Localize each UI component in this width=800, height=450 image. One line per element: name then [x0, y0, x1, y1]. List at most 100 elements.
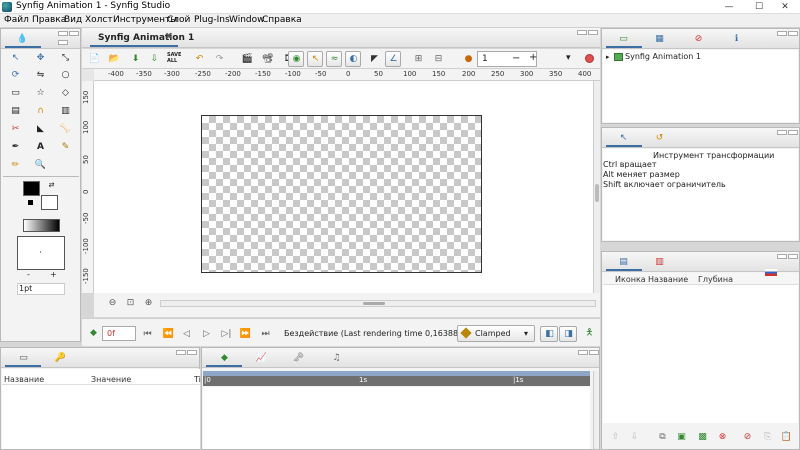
transform-tool-icon[interactable]: ↖ [9, 52, 22, 64]
tool-options-tab-icon[interactable]: ↖ [617, 132, 630, 144]
next-keyframe-icon[interactable]: ⏩ [239, 328, 252, 340]
panel-grip[interactable] [777, 130, 787, 135]
menu-window[interactable]: Window [229, 15, 265, 25]
library-tab-icon[interactable]: ▦ [653, 33, 666, 45]
star-tool-icon[interactable]: ☆ [34, 87, 47, 99]
eyedropper-tool-icon[interactable]: ✒ [9, 141, 22, 153]
menu-view[interactable]: Вид [64, 15, 82, 25]
copy-layer-icon[interactable]: ⎘ [761, 431, 774, 443]
onion-frames-minus[interactable]: − [512, 53, 520, 64]
toolbar-more-dropdown[interactable]: ▾ [566, 53, 571, 63]
save-icon[interactable]: ⬇ [129, 53, 142, 65]
encapsulate-layer-icon[interactable]: ▩ [696, 431, 709, 443]
smooth-move-tool-icon[interactable]: ✥ [34, 52, 47, 64]
future-keyframes-lock-button[interactable]: ◨ [559, 326, 577, 342]
keyframes-tab-icon[interactable]: 🗝 [292, 352, 305, 364]
gradient-swatch[interactable] [23, 219, 60, 232]
open-file-icon[interactable]: 📂 [108, 53, 121, 65]
polygon-tool-icon[interactable]: ◇ [59, 87, 72, 99]
col-depth-header[interactable]: Глубина [698, 275, 733, 284]
width-decrease-button[interactable]: - [27, 270, 30, 279]
menu-layer[interactable]: Слой [167, 15, 190, 25]
timetrack-tab-icon[interactable]: ◆ [218, 352, 231, 364]
width-increase-button[interactable]: + [50, 270, 57, 279]
panel-grip[interactable] [788, 254, 798, 259]
panel-grip[interactable] [777, 254, 787, 259]
duplicate-layer-icon[interactable]: ⧉ [656, 431, 669, 443]
panel-grip[interactable] [588, 30, 598, 35]
panel-grip[interactable] [176, 350, 186, 355]
col-name-header[interactable]: Название [4, 375, 44, 384]
scale-tool-icon[interactable]: ⤡ [59, 52, 72, 64]
menu-canvas[interactable]: Холст [85, 15, 113, 25]
group-layer-icon[interactable]: ▣ [675, 431, 688, 443]
sets-tab-icon[interactable]: ▥ [653, 256, 666, 268]
zoom-tool-icon[interactable]: 🔍 [34, 159, 47, 171]
timetrack-time-ruler[interactable]: |0 1s |1s [203, 376, 590, 386]
tree-expander-icon[interactable]: ▸ [606, 53, 610, 61]
toggle-tangent-button[interactable]: ≈ [326, 51, 342, 67]
vertical-scrollbar[interactable] [593, 81, 600, 293]
maximize-button[interactable]: ☐ [748, 0, 770, 14]
render-icon[interactable]: 🎬 [241, 53, 254, 65]
zoom-in-icon[interactable]: ⊕ [142, 297, 155, 309]
col-name-header[interactable]: Название [648, 275, 688, 284]
minimize-button[interactable]: — [718, 0, 740, 14]
raise-layer-icon[interactable]: ⇧ [609, 431, 622, 443]
panel-grip[interactable] [788, 31, 798, 36]
canvas-browser-tab-icon[interactable]: ▭ [617, 33, 630, 45]
document-tab-label[interactable]: Synfig Animation 1 [98, 33, 194, 43]
menu-edit[interactable]: Правка [32, 15, 66, 25]
fill-color-swatch[interactable] [41, 195, 58, 210]
rectangle-tool-icon[interactable]: ▭ [9, 87, 22, 99]
seek-begin-icon[interactable]: ⏮ [141, 328, 154, 340]
grid-icon[interactable]: ⊞ [412, 53, 425, 65]
panel-grip[interactable] [577, 30, 587, 35]
col-type-header[interactable]: Ti [194, 375, 201, 384]
past-keyframes-lock-button[interactable]: ◧ [540, 326, 558, 342]
navigator-tab-icon[interactable]: ⊘ [692, 33, 705, 45]
bone-tool-icon[interactable]: 🦴 [59, 123, 72, 135]
library-key-tab-icon[interactable]: 🔑 [54, 352, 67, 364]
gradient-tool-icon[interactable]: ▤ [9, 105, 22, 117]
panel-grip[interactable] [187, 350, 197, 355]
outline-color-swatch[interactable] [23, 181, 40, 196]
undo-icon[interactable]: ↶ [193, 53, 206, 65]
onion-skin-icon[interactable]: ● [462, 53, 475, 65]
document-tab-close[interactable]: ✖ [165, 32, 173, 42]
col-value-header[interactable]: Значение [91, 375, 131, 384]
paste-layer-icon[interactable]: 📋 [780, 431, 793, 443]
layers-tab-icon[interactable]: ▤ [617, 256, 630, 268]
close-window-button[interactable]: ✕ [770, 0, 800, 14]
animation-mode-icon[interactable]: ◆ [87, 327, 100, 339]
panel-grip[interactable] [777, 31, 787, 36]
width-tool-icon[interactable]: ◣ [34, 123, 47, 135]
brush-tool-icon[interactable]: ✎ [59, 141, 72, 153]
curves-tab-icon[interactable]: 📈 [255, 352, 268, 364]
toggle-ducks-button[interactable]: ↖ [307, 51, 323, 67]
toggle-width-icon[interactable]: ◤ [368, 53, 381, 65]
panel-grip[interactable] [69, 31, 79, 36]
info-tab-icon[interactable]: ℹ [730, 33, 743, 45]
col-icon-header[interactable]: Иконка [615, 275, 646, 284]
timetrack-body[interactable] [203, 387, 590, 449]
horizontal-scrollbar-thumb[interactable] [363, 302, 385, 305]
cutout-tool-icon[interactable]: ✂ [9, 123, 22, 135]
lower-layer-icon[interactable]: ⇩ [628, 431, 641, 443]
text-tool-icon[interactable]: A [34, 141, 47, 153]
save-all-button[interactable]: SAVE ALL [167, 52, 181, 64]
panel-grip[interactable] [578, 350, 588, 355]
redo-icon[interactable]: ↷ [213, 53, 226, 65]
panel-grip[interactable] [58, 40, 68, 45]
sound-tab-icon[interactable]: ♫ [330, 352, 343, 364]
toolbox-tab-icon[interactable]: 💧 [16, 33, 29, 45]
preview-icon[interactable]: 📽 [261, 53, 274, 65]
new-file-icon[interactable]: 📄 [88, 53, 101, 65]
next-frame-icon[interactable]: ▷| [220, 328, 233, 340]
prev-keyframe-icon[interactable]: ⏪ [162, 328, 175, 340]
current-time-field[interactable]: 0f [102, 326, 136, 341]
panel-grip[interactable] [589, 350, 599, 355]
menu-plugins[interactable]: Plug-Ins [194, 15, 230, 25]
history-tab-icon[interactable]: ↺ [653, 132, 666, 144]
sound-figure-icon[interactable]: 🯅 [583, 327, 596, 339]
